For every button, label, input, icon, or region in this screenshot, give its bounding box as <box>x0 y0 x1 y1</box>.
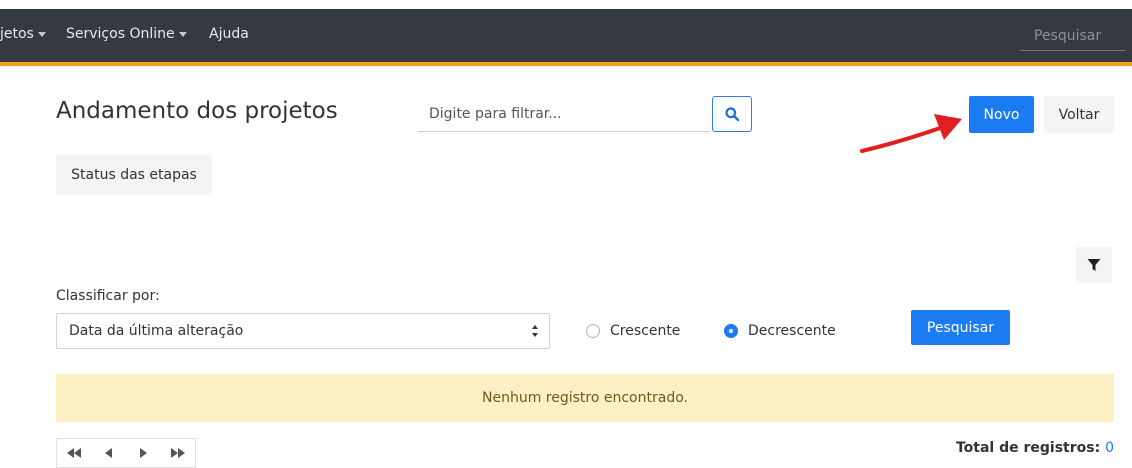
nav-item-servicos-online[interactable]: Serviços Online <box>66 26 187 42</box>
page-title: Andamento dos projetos <box>56 98 338 124</box>
nav-item-ajuda[interactable]: Ajuda <box>209 26 249 42</box>
novo-button[interactable]: Novo <box>969 96 1034 133</box>
previous-page-button[interactable] <box>92 439 127 467</box>
chevron-right-icon <box>140 448 148 458</box>
empty-results-alert: Nenhum registro encontrado. <box>56 374 1114 422</box>
top-navbar: jetos Serviços Online Ajuda <box>0 9 1132 66</box>
next-page-button[interactable] <box>126 439 161 467</box>
sort-label: Classificar por: <box>56 288 160 304</box>
total-records: Total de registros: 0 <box>956 440 1114 456</box>
total-records-label: Total de registros: <box>955 440 1101 456</box>
search-icon <box>725 107 739 121</box>
nav-search-input[interactable] <box>1020 21 1126 51</box>
voltar-button[interactable]: Voltar <box>1044 96 1114 133</box>
funnel-icon <box>1087 259 1101 271</box>
filter-input[interactable] <box>418 96 710 132</box>
radio-label: Decrescente <box>748 323 836 339</box>
radio-label: Crescente <box>610 323 681 339</box>
status-das-etapas-button[interactable]: Status das etapas <box>56 155 212 195</box>
navbar-accent-bar <box>0 62 1132 66</box>
nav-item-label: Serviços Online <box>66 26 175 42</box>
filter-toggle-button[interactable] <box>1076 247 1112 283</box>
sort-select-value: Data da última alteração <box>69 323 244 339</box>
nav-item-label: jetos <box>0 26 34 42</box>
sort-select[interactable]: Data da última alteração <box>56 313 550 349</box>
pagination <box>56 438 196 468</box>
nav-item-label: Ajuda <box>209 26 249 42</box>
select-arrows-icon <box>532 325 538 337</box>
cropped-top-strip <box>0 0 1132 9</box>
first-page-button[interactable] <box>57 439 92 467</box>
radio-crescente[interactable]: Crescente <box>586 323 680 339</box>
nav-item-projetos[interactable]: jetos <box>0 26 46 42</box>
caret-down-icon <box>178 31 187 37</box>
chevron-left-icon <box>104 448 112 458</box>
radio-checked-icon <box>724 324 738 338</box>
pesquisar-button[interactable]: Pesquisar <box>911 310 1010 345</box>
filter-search-button[interactable] <box>712 96 752 132</box>
double-chevron-left-icon <box>67 448 82 458</box>
radio-decrescente[interactable]: Decrescente <box>724 323 836 339</box>
caret-down-icon <box>37 31 46 37</box>
double-chevron-right-icon <box>170 448 185 458</box>
annotation-arrow-icon <box>860 114 962 153</box>
last-page-button[interactable] <box>161 439 196 467</box>
radio-unchecked-icon <box>586 324 600 338</box>
total-records-count: 0 <box>1105 440 1114 456</box>
